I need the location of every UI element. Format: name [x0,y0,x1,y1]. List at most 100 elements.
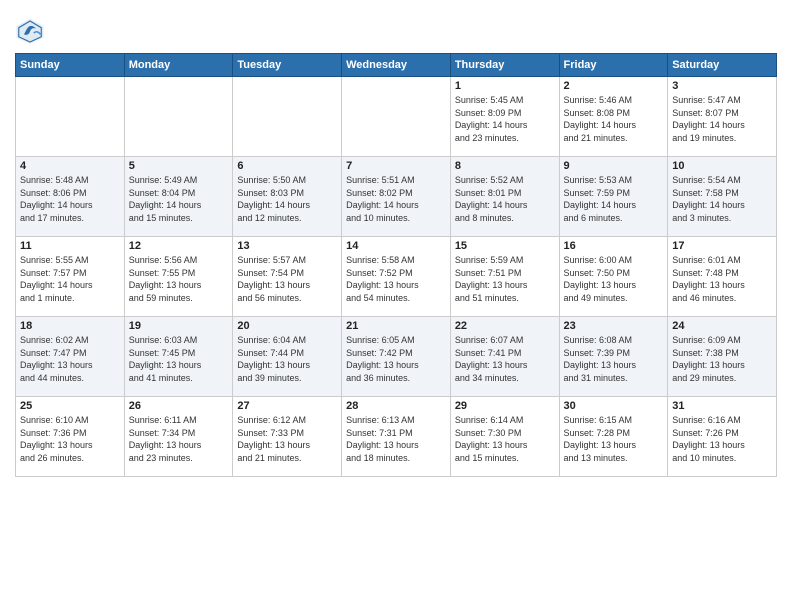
column-header-friday: Friday [559,54,668,77]
calendar-cell: 10Sunrise: 5:54 AM Sunset: 7:58 PM Dayli… [668,157,777,237]
calendar-cell: 12 Sunrise: 5:56 AM Sunset: 7:55 PM Dayli… [124,237,233,317]
day-info: Sunrise: 6:10 AM Sunset: 7:36 PM Dayligh… [20,414,120,464]
day-info: Sunrise: 5:56 AM Sunset: 7:55 PM Dayligh… [129,254,229,304]
column-header-saturday: Saturday [668,54,777,77]
day-number: 5 [129,160,229,172]
calendar-week-row: 25 Sunrise: 6:10 AM Sunset: 7:36 PM Dayli… [16,397,777,477]
calendar-cell: 28Sunrise: 6:13 AM Sunset: 7:31 PM Dayli… [342,397,451,477]
day-number: 16 [564,240,664,252]
day-number: 31 [672,400,772,412]
calendar-week-row: 11 Sunrise: 5:55 AM Sunset: 7:57 PM Dayli… [16,237,777,317]
calendar-cell: 27 Sunrise: 6:12 AM Sunset: 7:33 PM Dayli… [233,397,342,477]
calendar-cell: 16 Sunrise: 6:00 AM Sunset: 7:50 PM Dayli… [559,237,668,317]
calendar-cell: 24 Sunrise: 6:09 AM Sunset: 7:38 PM Dayli… [668,317,777,397]
calendar-cell: 11 Sunrise: 5:55 AM Sunset: 7:57 PM Dayli… [16,237,125,317]
calendar-cell [233,77,342,157]
day-number: 4 [20,160,120,172]
calendar-week-row: 18 Sunrise: 6:02 AM Sunset: 7:47 PM Dayli… [16,317,777,397]
day-info: Sunrise: 6:01 AM Sunset: 7:48 PM Dayligh… [672,254,772,304]
calendar-cell: 15 Sunrise: 5:59 AM Sunset: 7:51 PM Dayli… [450,237,559,317]
calendar-cell: 4Sunrise: 5:48 AM Sunset: 8:06 PM Daylig… [16,157,125,237]
day-number: 10 [672,160,772,172]
calendar-cell: 5 Sunrise: 5:49 AM Sunset: 8:04 PM Daylig… [124,157,233,237]
day-number: 22 [455,320,555,332]
page-container: SundayMondayTuesdayWednesdayThursdayFrid… [0,0,792,487]
day-number: 11 [20,240,120,252]
column-header-tuesday: Tuesday [233,54,342,77]
day-info: Sunrise: 6:02 AM Sunset: 7:47 PM Dayligh… [20,334,120,384]
day-number: 3 [672,80,772,92]
day-info: Sunrise: 5:53 AM Sunset: 7:59 PM Dayligh… [564,174,664,224]
header [15,10,777,45]
day-info: Sunrise: 6:00 AM Sunset: 7:50 PM Dayligh… [564,254,664,304]
day-number: 14 [346,240,446,252]
day-number: 6 [237,160,337,172]
day-info: Sunrise: 5:51 AM Sunset: 8:02 PM Dayligh… [346,174,446,224]
calendar-header-row: SundayMondayTuesdayWednesdayThursdayFrid… [16,54,777,77]
calendar-cell: 9 Sunrise: 5:53 AM Sunset: 7:59 PM Daylig… [559,157,668,237]
calendar-cell: 1Sunrise: 5:45 AM Sunset: 8:09 PM Daylig… [450,77,559,157]
day-info: Sunrise: 6:13 AM Sunset: 7:31 PM Dayligh… [346,414,446,464]
calendar-cell: 19Sunrise: 6:03 AM Sunset: 7:45 PM Dayli… [124,317,233,397]
calendar-cell: 25 Sunrise: 6:10 AM Sunset: 7:36 PM Dayli… [16,397,125,477]
day-info: Sunrise: 5:58 AM Sunset: 7:52 PM Dayligh… [346,254,446,304]
day-number: 20 [237,320,337,332]
calendar-cell: 21Sunrise: 6:05 AM Sunset: 7:42 PM Dayli… [342,317,451,397]
logo-icon [15,15,45,45]
day-number: 12 [129,240,229,252]
calendar-cell: 22 Sunrise: 6:07 AM Sunset: 7:41 PM Dayli… [450,317,559,397]
calendar-cell: 13 Sunrise: 5:57 AM Sunset: 7:54 PM Dayli… [233,237,342,317]
day-info: Sunrise: 5:47 AM Sunset: 8:07 PM Dayligh… [672,94,772,144]
day-number: 7 [346,160,446,172]
calendar-cell: 20 Sunrise: 6:04 AM Sunset: 7:44 PM Dayli… [233,317,342,397]
calendar-week-row: 4Sunrise: 5:48 AM Sunset: 8:06 PM Daylig… [16,157,777,237]
day-info: Sunrise: 6:16 AM Sunset: 7:26 PM Dayligh… [672,414,772,464]
day-info: Sunrise: 6:14 AM Sunset: 7:30 PM Dayligh… [455,414,555,464]
day-number: 15 [455,240,555,252]
day-number: 9 [564,160,664,172]
calendar-cell: 6Sunrise: 5:50 AM Sunset: 8:03 PM Daylig… [233,157,342,237]
calendar-cell: 18 Sunrise: 6:02 AM Sunset: 7:47 PM Dayli… [16,317,125,397]
day-info: Sunrise: 5:59 AM Sunset: 7:51 PM Dayligh… [455,254,555,304]
calendar-table: SundayMondayTuesdayWednesdayThursdayFrid… [15,53,777,477]
day-info: Sunrise: 6:03 AM Sunset: 7:45 PM Dayligh… [129,334,229,384]
calendar-cell: 29Sunrise: 6:14 AM Sunset: 7:30 PM Dayli… [450,397,559,477]
day-number: 21 [346,320,446,332]
day-info: Sunrise: 5:55 AM Sunset: 7:57 PM Dayligh… [20,254,120,304]
day-info: Sunrise: 6:08 AM Sunset: 7:39 PM Dayligh… [564,334,664,384]
day-number: 27 [237,400,337,412]
day-info: Sunrise: 6:09 AM Sunset: 7:38 PM Dayligh… [672,334,772,384]
calendar-cell [16,77,125,157]
day-info: Sunrise: 6:07 AM Sunset: 7:41 PM Dayligh… [455,334,555,384]
column-header-thursday: Thursday [450,54,559,77]
day-info: Sunrise: 6:12 AM Sunset: 7:33 PM Dayligh… [237,414,337,464]
day-number: 8 [455,160,555,172]
calendar-cell: 2Sunrise: 5:46 AM Sunset: 8:08 PM Daylig… [559,77,668,157]
column-header-monday: Monday [124,54,233,77]
calendar-cell: 23 Sunrise: 6:08 AM Sunset: 7:39 PM Dayli… [559,317,668,397]
day-info: Sunrise: 5:52 AM Sunset: 8:01 PM Dayligh… [455,174,555,224]
calendar-cell [342,77,451,157]
calendar-cell: 14 Sunrise: 5:58 AM Sunset: 7:52 PM Dayli… [342,237,451,317]
calendar-cell [124,77,233,157]
calendar-cell: 8 Sunrise: 5:52 AM Sunset: 8:01 PM Daylig… [450,157,559,237]
calendar-week-row: 1Sunrise: 5:45 AM Sunset: 8:09 PM Daylig… [16,77,777,157]
day-number: 23 [564,320,664,332]
day-number: 25 [20,400,120,412]
day-number: 13 [237,240,337,252]
day-number: 18 [20,320,120,332]
day-info: Sunrise: 6:04 AM Sunset: 7:44 PM Dayligh… [237,334,337,384]
column-header-sunday: Sunday [16,54,125,77]
day-info: Sunrise: 6:11 AM Sunset: 7:34 PM Dayligh… [129,414,229,464]
day-info: Sunrise: 5:57 AM Sunset: 7:54 PM Dayligh… [237,254,337,304]
calendar-cell: 7 Sunrise: 5:51 AM Sunset: 8:02 PM Daylig… [342,157,451,237]
calendar-cell: 3 Sunrise: 5:47 AM Sunset: 8:07 PM Daylig… [668,77,777,157]
day-info: Sunrise: 5:49 AM Sunset: 8:04 PM Dayligh… [129,174,229,224]
day-number: 24 [672,320,772,332]
day-number: 30 [564,400,664,412]
column-header-wednesday: Wednesday [342,54,451,77]
logo [15,15,48,45]
day-number: 17 [672,240,772,252]
day-info: Sunrise: 5:46 AM Sunset: 8:08 PM Dayligh… [564,94,664,144]
calendar-cell: 26Sunrise: 6:11 AM Sunset: 7:34 PM Dayli… [124,397,233,477]
